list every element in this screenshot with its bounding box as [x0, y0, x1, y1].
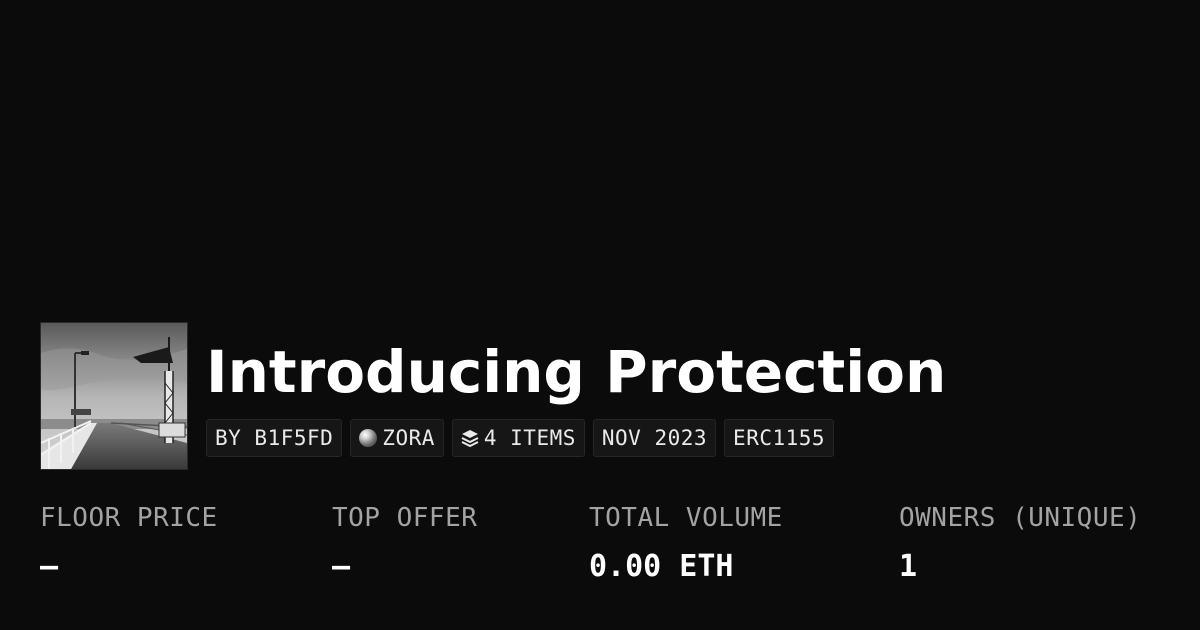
layers-icon	[461, 429, 479, 447]
top-offer-stat: TOP OFFER —	[332, 503, 477, 584]
total-volume-label: TOTAL VOLUME	[589, 503, 783, 533]
top-offer-value: —	[332, 549, 351, 584]
chain-tag[interactable]: ZORA	[350, 419, 444, 457]
total-volume-stat: TOTAL VOLUME 0.00 ETH	[589, 503, 783, 584]
floor-price-label: FLOOR PRICE	[40, 503, 218, 533]
creator-tag[interactable]: BY B1F5FD	[206, 419, 343, 457]
collection-header: Introducing Protection BY B1F5FD ZORA 4 …	[40, 322, 946, 470]
floor-price-value: —	[40, 549, 59, 584]
date-tag: NOV 2023	[592, 419, 717, 457]
floor-price-stat: FLOOR PRICE —	[40, 503, 218, 584]
top-offer-label: TOP OFFER	[332, 503, 478, 533]
total-volume-value: 0.00 ETH	[589, 549, 734, 584]
items-tag[interactable]: 4 ITEMS	[451, 419, 585, 457]
collection-card: Introducing Protection BY B1F5FD ZORA 4 …	[0, 0, 1200, 630]
owners-value: 1	[899, 549, 918, 584]
title-block: Introducing Protection BY B1F5FD ZORA 4 …	[206, 322, 946, 457]
collection-title: Introducing Protection	[206, 338, 947, 406]
standard-label: ERC1155	[733, 426, 826, 450]
zora-orb-icon	[359, 429, 378, 447]
standard-tag: ERC1155	[724, 419, 835, 457]
owners-label: OWNERS (UNIQUE)	[899, 503, 1142, 533]
collection-thumbnail[interactable]	[40, 322, 188, 470]
date-label: NOV 2023	[601, 426, 708, 450]
collection-stats: FLOOR PRICE — TOP OFFER — TOTAL VOLUME 0…	[40, 503, 1170, 603]
creator-label: BY B1F5FD	[215, 426, 334, 450]
owners-stat: OWNERS (UNIQUE) 1	[899, 503, 1141, 584]
collection-tags: BY B1F5FD ZORA 4 ITEMS NOV 2023 ERC1155	[206, 419, 946, 457]
pier-photo	[41, 323, 187, 469]
items-label: 4 ITEMS	[483, 426, 576, 450]
chain-label: ZORA	[382, 426, 435, 450]
